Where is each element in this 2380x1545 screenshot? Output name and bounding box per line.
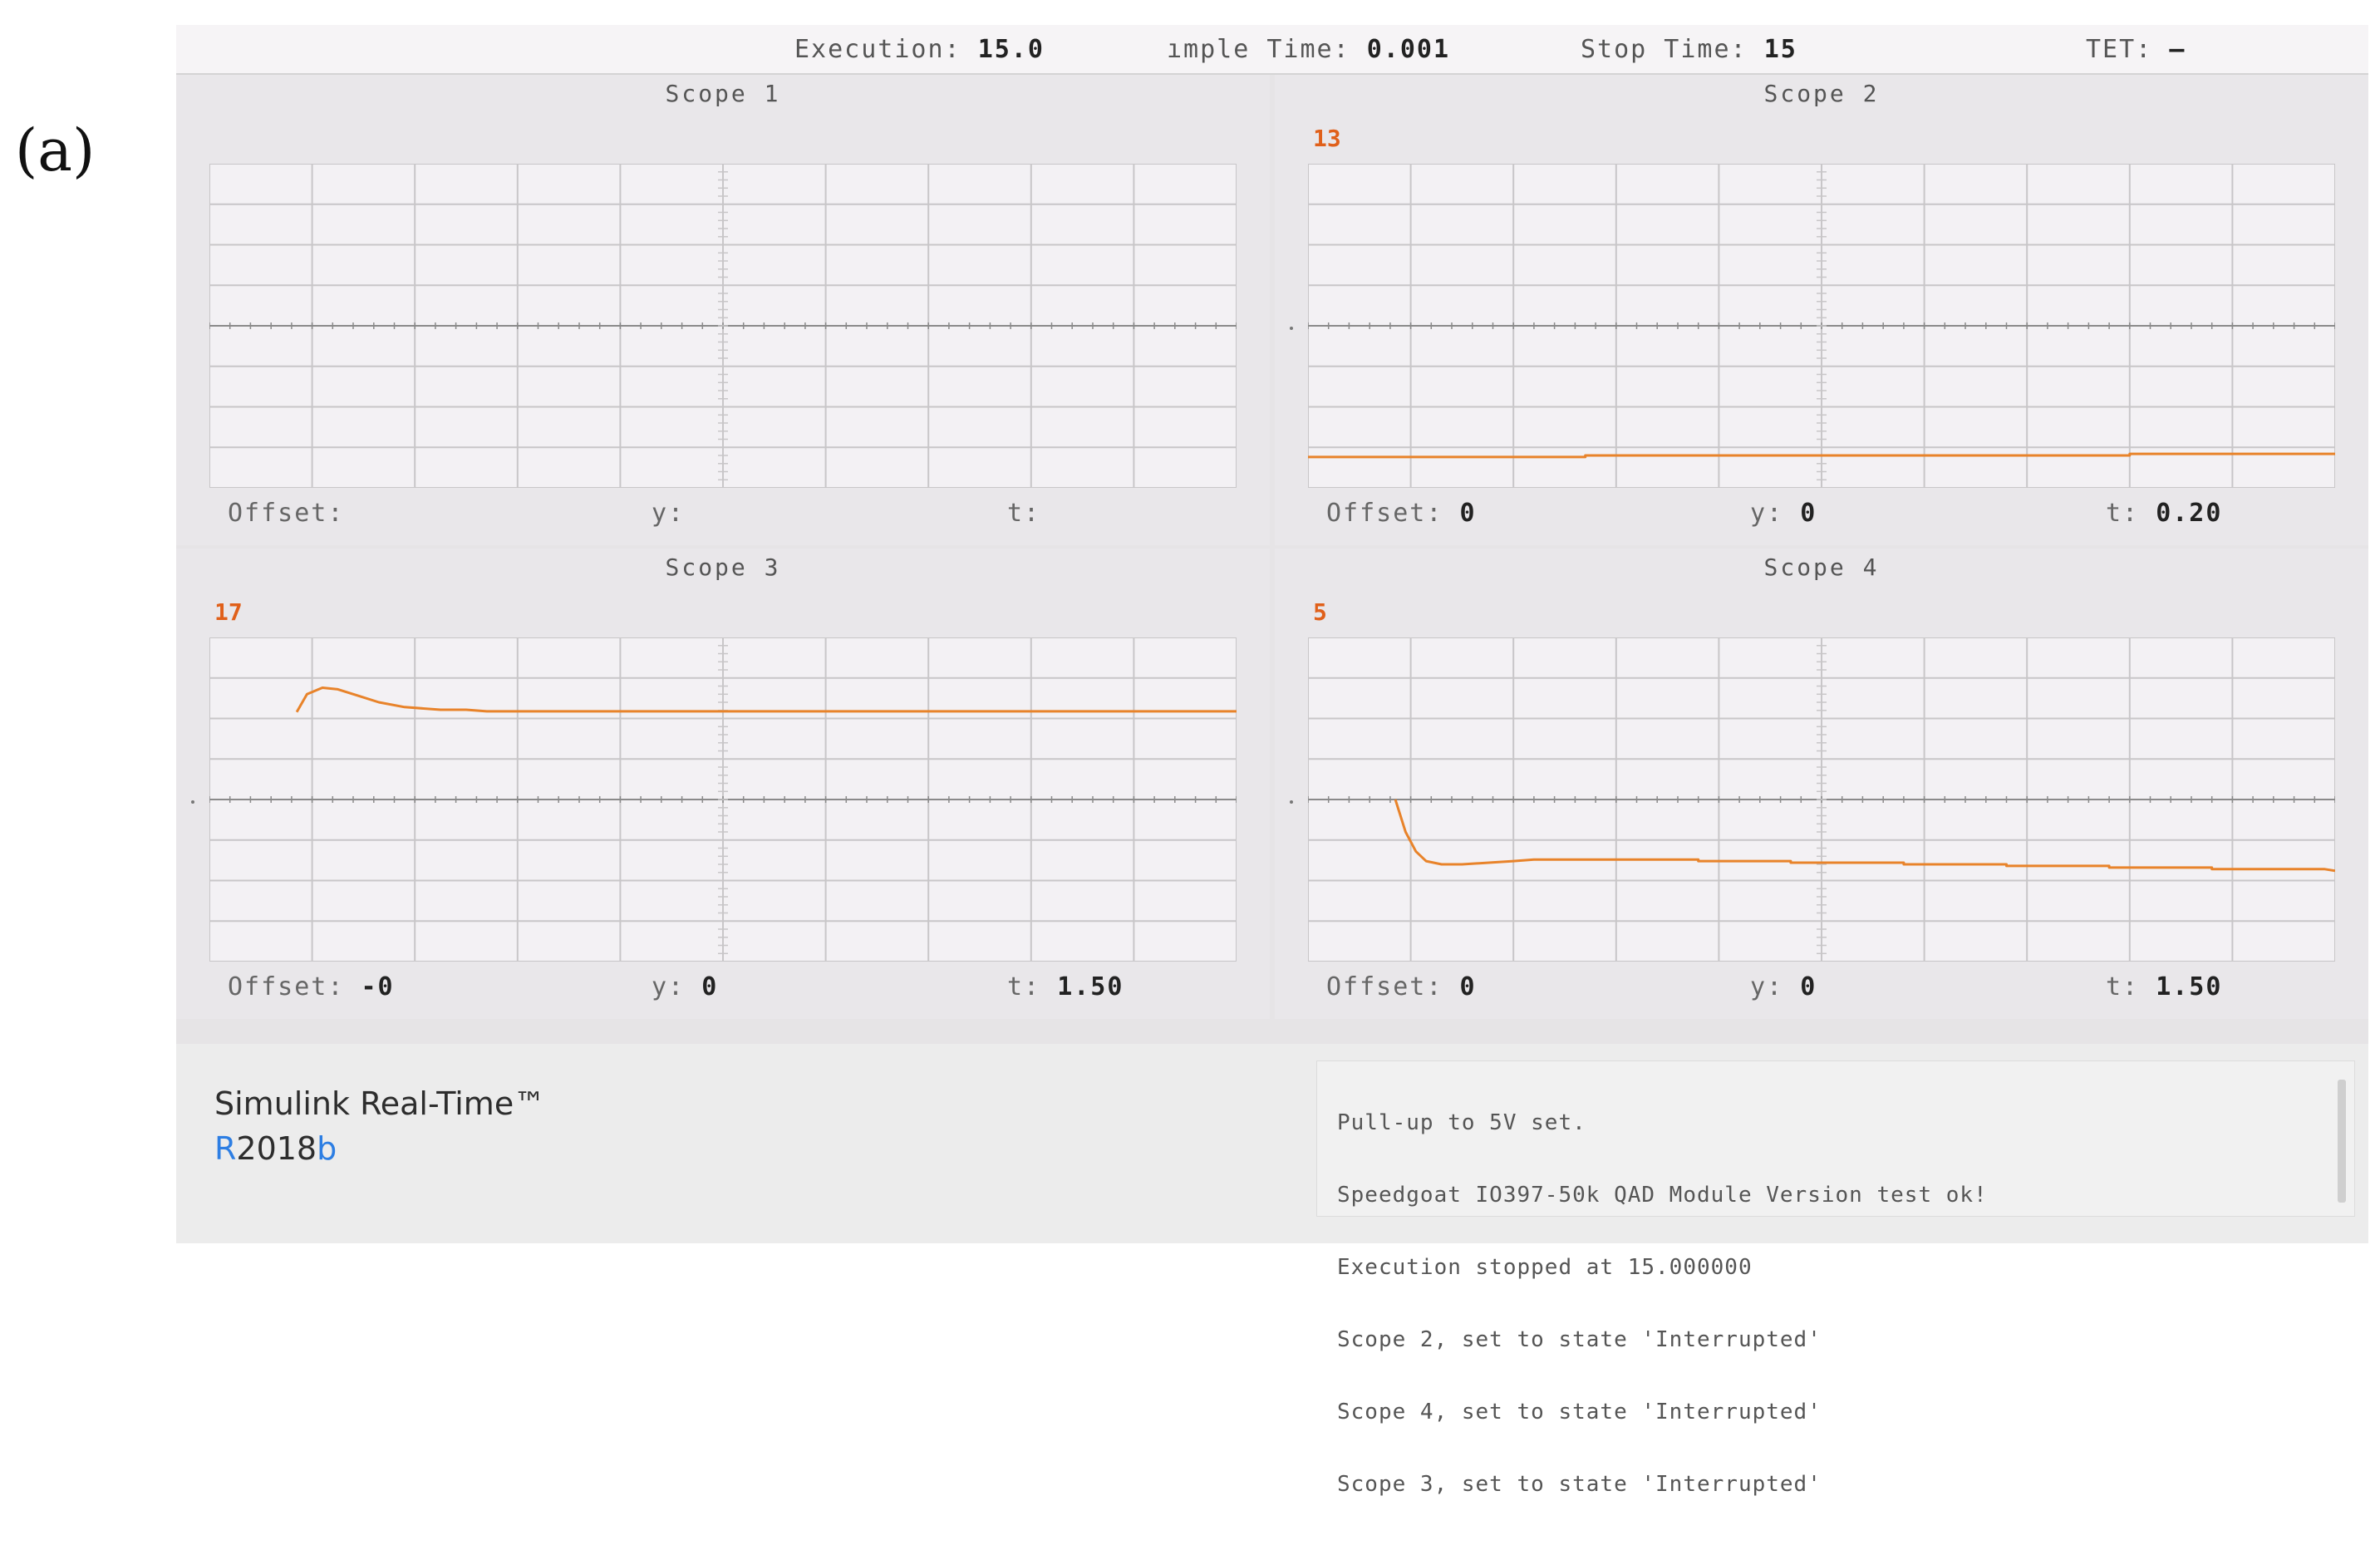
sample-time-value: 0.001 — [1366, 35, 1451, 64]
y-label: y: — [652, 972, 686, 1001]
scope-grid: Scope 1 Offset: y: t: Scope 2 13 Offset:… — [176, 75, 2368, 1044]
scope-range-label: 17 — [214, 598, 243, 626]
execution-status: Execution: 15.0 — [794, 35, 1045, 65]
log-line: Scope 3, set to state 'Interrupted' — [1337, 1472, 1822, 1497]
scope-4-panel[interactable]: Scope 4 5 Offset: 0 y: 0 t: 1.50 — [1275, 549, 2368, 1019]
scope-title: Scope 2 — [1763, 80, 1880, 107]
version-suffix: b — [317, 1130, 337, 1167]
scope-2-graph — [1308, 164, 2335, 488]
scope-3-plot — [209, 637, 1237, 962]
scope-1-panel[interactable]: Scope 1 Offset: y: t: — [176, 75, 1270, 545]
y-label: y: — [652, 499, 686, 528]
tet-status: TET: – — [2086, 35, 2186, 65]
log-scrollbar[interactable] — [2338, 1080, 2346, 1203]
scope-3-graph — [209, 637, 1237, 962]
log-line: Scope 2, set to state 'Interrupted' — [1337, 1327, 1822, 1352]
message-log[interactable]: Pull-up to 5V set. Speedgoat IO397-50k Q… — [1316, 1060, 2355, 1497]
sample-time-status: ımple Time: 0.001 — [1167, 35, 1450, 65]
zero-marker — [1290, 327, 1293, 330]
zero-marker — [1290, 800, 1293, 804]
tet-label: TET: — [2086, 35, 2153, 64]
log-line: Speedgoat IO397-50k QAD Module Version t… — [1337, 1183, 1988, 1208]
scope-title: Scope 1 — [665, 80, 781, 107]
scope-1-plot — [209, 164, 1237, 488]
t-value: 1.50 — [1057, 972, 1124, 1001]
t-readout: t: 0.20 — [2106, 499, 2222, 528]
scope-4-plot — [1308, 637, 2335, 962]
y-value: 0 — [701, 972, 719, 1001]
y-value: 0 — [1800, 972, 1817, 1001]
y-readout: y: 0 — [1750, 972, 1817, 1001]
scope-range-label: 5 — [1313, 598, 1327, 626]
y-value: 0 — [1800, 499, 1817, 528]
scope-title: Scope 3 — [665, 554, 781, 581]
offset-readout: Offset: — [228, 499, 344, 528]
log-line: Scope 4, set to state 'Interrupted' — [1337, 1400, 1822, 1424]
y-label: y: — [1750, 972, 1784, 1001]
scope-range-label: 13 — [1313, 125, 1341, 152]
tet-value: – — [2169, 35, 2186, 64]
scope-2-panel[interactable]: Scope 2 13 Offset: 0 y: 0 t: 0.20 — [1275, 75, 2368, 545]
scope-3-panel[interactable]: Scope 3 17 Offset: -0 y: 0 t: 1.50 — [176, 549, 1270, 1019]
t-readout: t: 1.50 — [2106, 972, 2222, 1001]
figure-label: (a) — [15, 116, 96, 185]
execution-label: Execution: — [794, 35, 961, 64]
t-label: t: — [2106, 499, 2140, 528]
offset-readout: Offset: -0 — [228, 972, 395, 1001]
log-lines: Pull-up to 5V set. Speedgoat IO397-50k Q… — [1337, 1063, 1988, 1545]
log-line: Pull-up to 5V set. — [1337, 1110, 1586, 1135]
t-label: t: — [1007, 972, 1041, 1001]
execution-value: 15.0 — [977, 35, 1045, 64]
stop-time-status: Stop Time: 15 — [1581, 35, 1797, 65]
product-name: Simulink Real-Time™ — [214, 1085, 546, 1122]
t-value: 0.20 — [2156, 499, 2223, 528]
offset-label: Offset: — [228, 972, 345, 1001]
offset-label: Offset: — [1326, 972, 1443, 1001]
t-label: t: — [1007, 499, 1041, 528]
log-line: Execution stopped at 15.000000 — [1337, 1255, 1753, 1280]
scope-2-plot — [1308, 164, 2335, 488]
stop-time-label: Stop Time: — [1581, 35, 1748, 64]
offset-readout: Offset: 0 — [1326, 972, 1477, 1001]
product-version: R2018b — [214, 1130, 337, 1167]
t-label: t: — [2106, 972, 2140, 1001]
scope-title: Scope 4 — [1763, 554, 1880, 581]
offset-label: Offset: — [228, 499, 345, 528]
sample-time-label: ımple Time: — [1167, 35, 1350, 64]
status-bar: Execution: 15.0 ımple Time: 0.001 Stop T… — [176, 25, 2368, 75]
offset-label: Offset: — [1326, 499, 1443, 528]
t-value: 1.50 — [2156, 972, 2223, 1001]
offset-value: -0 — [361, 972, 395, 1001]
offset-readout: Offset: 0 — [1326, 499, 1477, 528]
version-prefix: R — [214, 1130, 237, 1167]
offset-value: 0 — [1459, 972, 1477, 1001]
y-readout: y: — [652, 499, 685, 528]
t-readout: t: — [1007, 499, 1040, 528]
bottom-panel: Simulink Real-Time™ R2018b Pull-up to 5V… — [176, 1055, 2368, 1497]
y-readout: y: 0 — [1750, 499, 1817, 528]
y-label: y: — [1750, 499, 1784, 528]
offset-value: 0 — [1459, 499, 1477, 528]
stop-time-value: 15 — [1763, 35, 1797, 64]
y-readout: y: 0 — [652, 972, 718, 1001]
scope-1-graph — [209, 164, 1237, 488]
simulink-realtime-screen: Execution: 15.0 ımple Time: 0.001 Stop T… — [176, 25, 2368, 1497]
scope-4-graph — [1308, 637, 2335, 962]
version-year: 2018 — [236, 1130, 317, 1167]
zero-marker — [191, 800, 194, 804]
t-readout: t: 1.50 — [1007, 972, 1124, 1001]
